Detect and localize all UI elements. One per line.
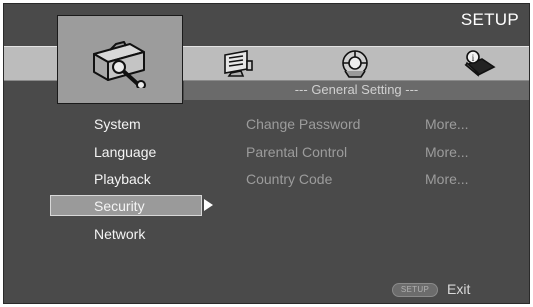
option-country-code-label[interactable]: Country Code	[246, 171, 332, 187]
exit-hint: Exit	[447, 281, 471, 297]
setup-key-icon: SETUP	[392, 283, 438, 297]
section-title: --- General Setting ---	[294, 82, 419, 97]
option-parental-control-label[interactable]: Parental Control	[246, 144, 347, 160]
tab-general-setting[interactable]	[57, 15, 183, 104]
tab-information[interactable]: i	[462, 49, 496, 82]
tab-audio-setting[interactable]	[339, 49, 371, 84]
menu-item-system[interactable]: System	[94, 116, 141, 132]
speaker-audio-icon	[342, 50, 368, 78]
option-parental-control-value: More...	[425, 144, 469, 160]
tab-display-setting[interactable]	[221, 49, 255, 82]
info-book-icon: i	[464, 50, 496, 77]
setup-screen: SETUP i --- General Setting --- System L…	[3, 3, 530, 304]
option-change-password-label[interactable]: Change Password	[246, 116, 360, 132]
menu-item-playback[interactable]: Playback	[94, 171, 151, 187]
menu-item-network[interactable]: Network	[94, 226, 145, 242]
menu-item-language[interactable]: Language	[94, 144, 156, 160]
option-country-code-value: More...	[425, 171, 469, 187]
menu-item-security[interactable]: Security	[94, 198, 145, 214]
arrow-right-icon	[204, 199, 213, 211]
page-title: SETUP	[460, 10, 519, 29]
option-change-password-value: More...	[425, 116, 469, 132]
toolbox-wrench-icon	[93, 41, 146, 88]
display-settings-icon	[224, 50, 253, 77]
